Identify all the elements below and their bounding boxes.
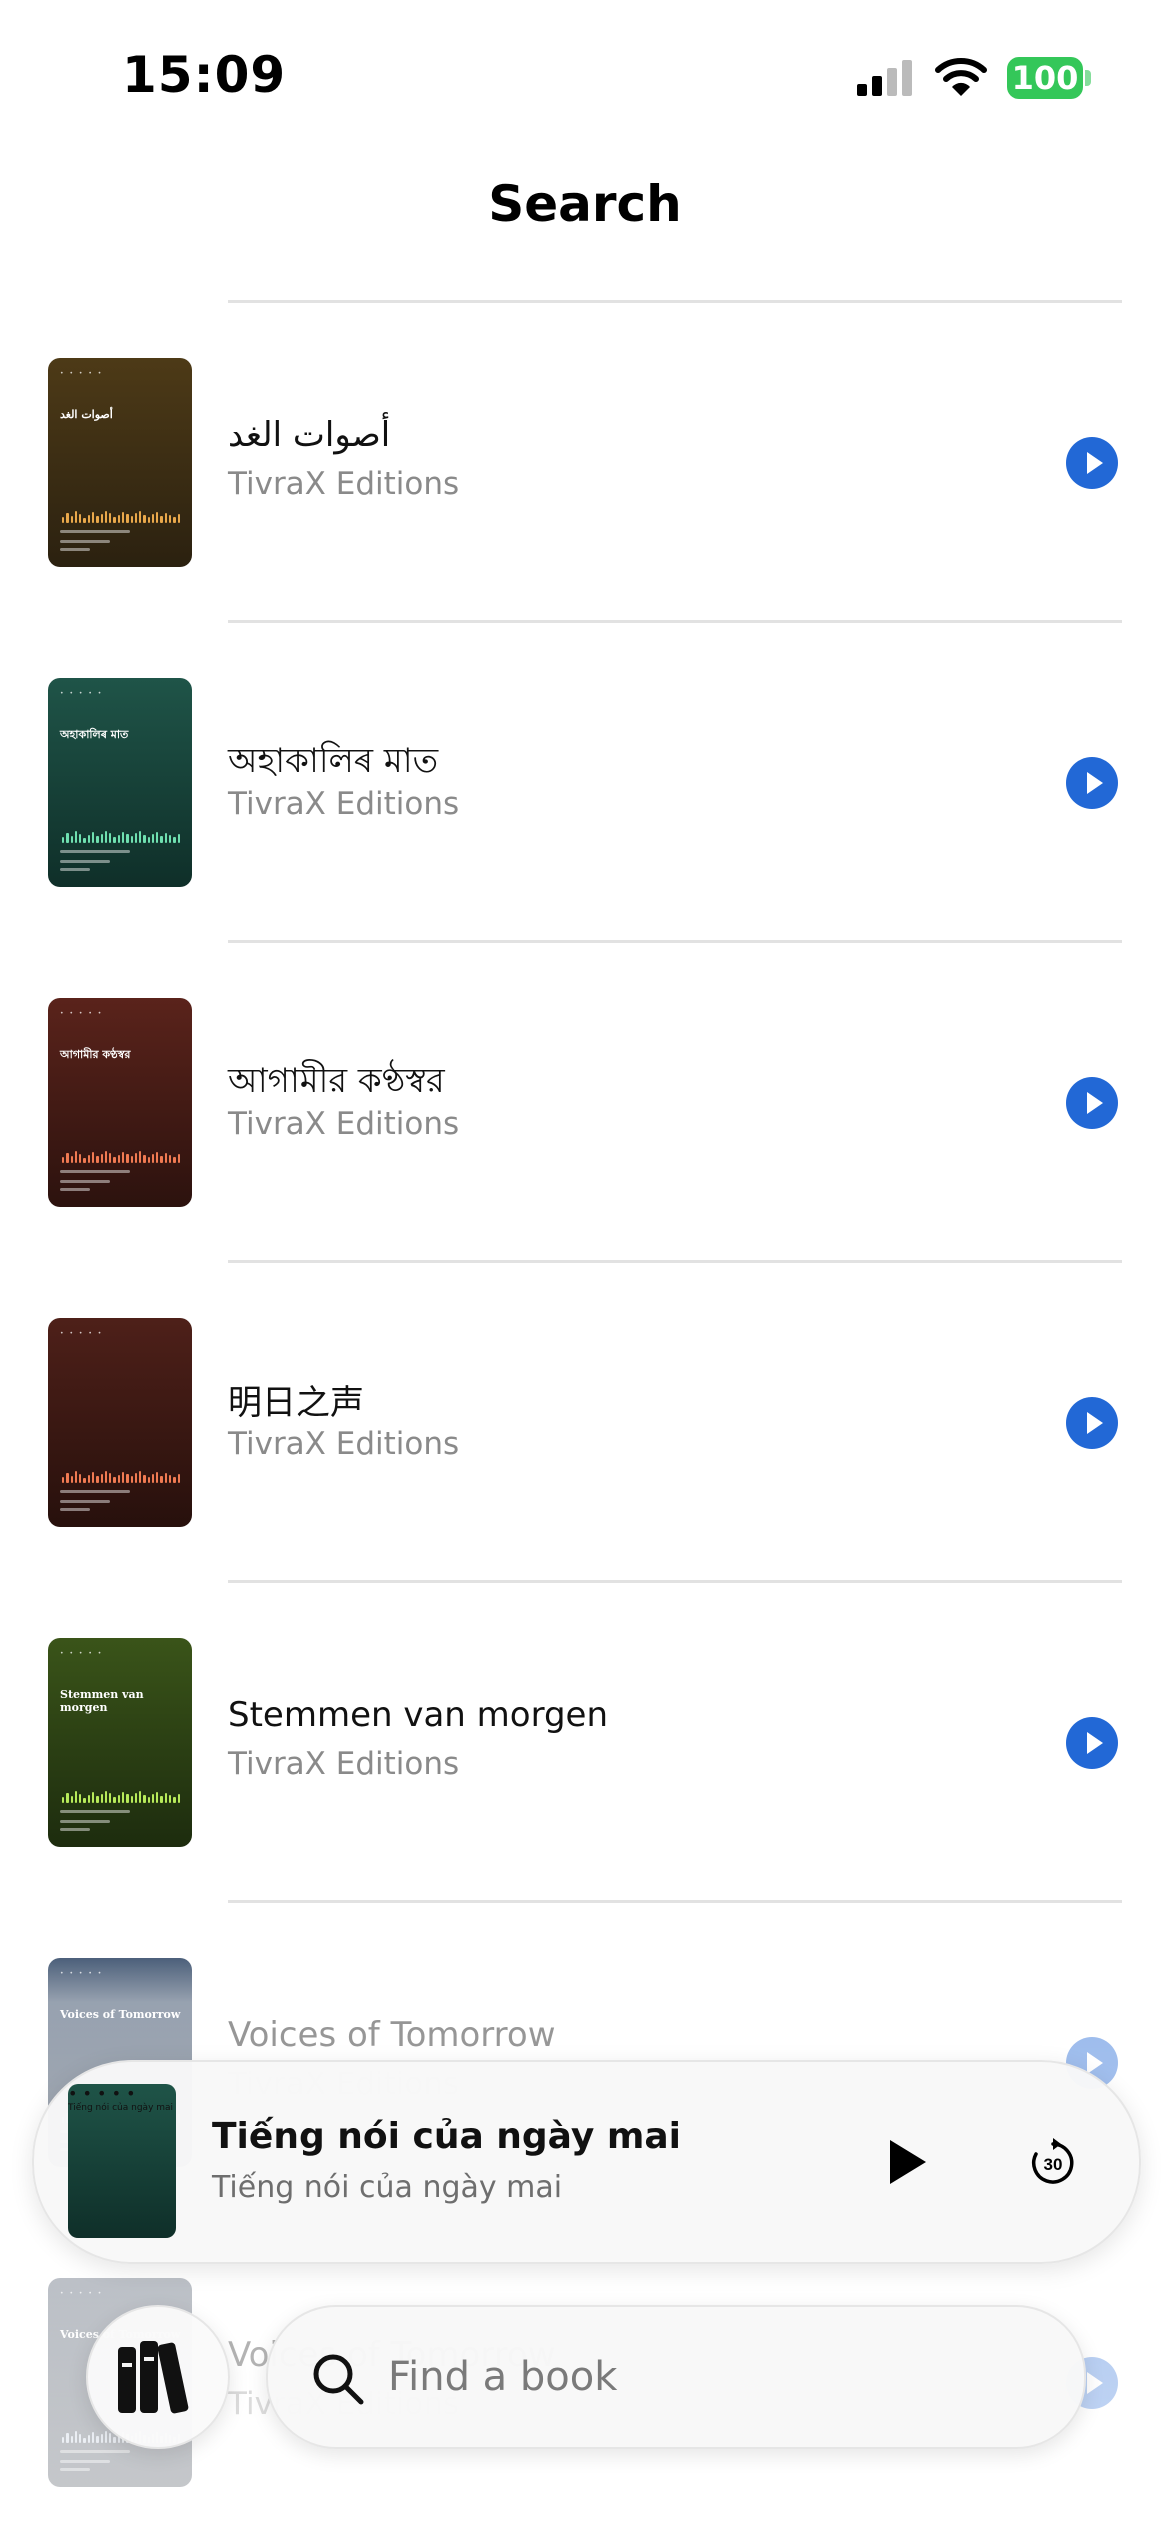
cover-waveform	[62, 1147, 180, 1163]
cover-text-line	[60, 1828, 90, 1831]
row-divider	[228, 1580, 1122, 1583]
cover-waveform	[62, 827, 180, 843]
row-divider	[228, 300, 1122, 303]
cover-title: অহাকালিৰ মাত	[60, 728, 129, 741]
skip-seconds-label: 30	[1044, 2155, 1063, 2174]
battery-tip	[1085, 70, 1091, 86]
row-divider	[228, 940, 1122, 943]
status-bar: 15:09 100	[0, 0, 1170, 150]
cover-text-line	[60, 860, 110, 863]
cover-brand-mark: • • • • •	[60, 1330, 104, 1337]
cover-waveform	[62, 1467, 180, 1483]
book-title: أصوات الغد	[228, 415, 391, 455]
now-playing-title: Tiếng nói của ngày mai	[212, 2116, 682, 2157]
cover-waveform	[62, 507, 180, 523]
search-icon	[313, 2354, 364, 2405]
book-author: TivraX Editions	[228, 1746, 460, 1782]
play-button[interactable]	[1066, 1077, 1118, 1129]
book-cover: • • • • • অহাকালিৰ মাত	[48, 678, 192, 887]
cover-text-line	[60, 868, 90, 871]
book-title: আগামীর কণ্ঠস্বর	[228, 1061, 445, 1101]
cover-waveform	[62, 1787, 180, 1803]
search-input[interactable]	[388, 2337, 1028, 2417]
book-author: TivraX Editions	[228, 1106, 460, 1142]
row-divider	[228, 620, 1122, 623]
book-cover: • • • • •	[48, 1318, 192, 1527]
cellular-signal-icon	[857, 60, 912, 96]
cover-brand-mark: • • • • •	[68, 2084, 136, 2103]
books-icon	[118, 2341, 189, 2414]
cover-text-line	[60, 1820, 110, 1823]
cover-brand-mark: • • • • •	[60, 370, 104, 377]
cover-text-line	[60, 1188, 90, 1191]
search-bar[interactable]	[266, 2305, 1086, 2449]
cover-text-line	[60, 548, 90, 551]
book-title: 明日之声	[228, 1383, 364, 1423]
play-button[interactable]	[1066, 1397, 1118, 1449]
now-playing-cover: • • • • • Tiếng nói của ngày mai	[68, 2084, 176, 2238]
cover-title: আগামীর কণ্ঠস্বর	[60, 1048, 131, 1061]
play-button[interactable]	[1066, 437, 1118, 489]
cover-brand-mark: • • • • •	[60, 690, 104, 697]
book-cover: • • • • • Stemmen van morgen	[48, 1638, 192, 1847]
cover-text-line	[60, 1180, 110, 1183]
cover-text-line	[60, 1810, 130, 1813]
book-author: TivraX Editions	[228, 466, 460, 502]
cover-title: Tiếng nói của ngày mai	[68, 2103, 174, 2113]
play-button[interactable]	[1066, 757, 1118, 809]
book-cover: • • • • • আগামীর কণ্ঠস্বর	[48, 998, 192, 1207]
cover-text-line	[60, 1508, 90, 1511]
now-playing-subtitle: Tiếng nói của ngày mai	[212, 2170, 563, 2205]
list-item[interactable]: • • • • • অহাকালিৰ মাত অহাকালিৰ মাত TivraX …	[0, 620, 1170, 942]
list-item[interactable]: • • • • • 明日之声 TivraX Editions	[0, 1260, 1170, 1582]
book-cover: • • • • • أصوات الغد	[48, 358, 192, 567]
book-title: Stemmen van morgen	[228, 1695, 609, 1735]
play-button[interactable]	[886, 2140, 930, 2184]
skip-forward-30-icon[interactable]: 30	[1028, 2138, 1078, 2188]
book-author: TivraX Editions	[228, 786, 460, 822]
cover-text-line	[60, 530, 130, 533]
cover-title: Stemmen van morgen	[60, 1688, 144, 1715]
book-author: TivraX Editions	[228, 1426, 460, 1462]
cover-title: أصوات الغد	[60, 408, 113, 421]
battery-icon: 100	[1007, 57, 1083, 99]
cover-brand-mark: • • • • •	[60, 1010, 104, 1017]
list-item[interactable]: • • • • • আগামীর কণ্ঠস্বর আগামীর কণ্ঠস্বর T…	[0, 940, 1170, 1262]
status-time: 15:09	[122, 46, 287, 104]
wifi-icon	[935, 58, 987, 96]
book-title: অহাকালিৰ মাত	[228, 741, 439, 781]
cover-text-line	[60, 1170, 130, 1173]
list-item[interactable]: • • • • • Stemmen van morgen Stemmen van m…	[0, 1580, 1170, 1902]
row-divider	[228, 1260, 1122, 1263]
cover-brand-mark: • • • • •	[60, 1650, 104, 1657]
cover-text-line	[60, 850, 130, 853]
list-item[interactable]: • • • • • أصوات الغد أصوات الغد TivraX Edit…	[0, 300, 1170, 622]
play-button[interactable]	[1066, 1717, 1118, 1769]
cover-text-line	[60, 540, 110, 543]
row-divider	[228, 1900, 1122, 1903]
mini-player[interactable]: • • • • • Tiếng nói của ngày mai Tiếng nó…	[32, 2060, 1141, 2264]
page-title: Search	[488, 175, 682, 233]
library-button[interactable]	[86, 2305, 230, 2449]
cover-text-line	[60, 1490, 130, 1493]
cover-text-line	[60, 1500, 110, 1503]
